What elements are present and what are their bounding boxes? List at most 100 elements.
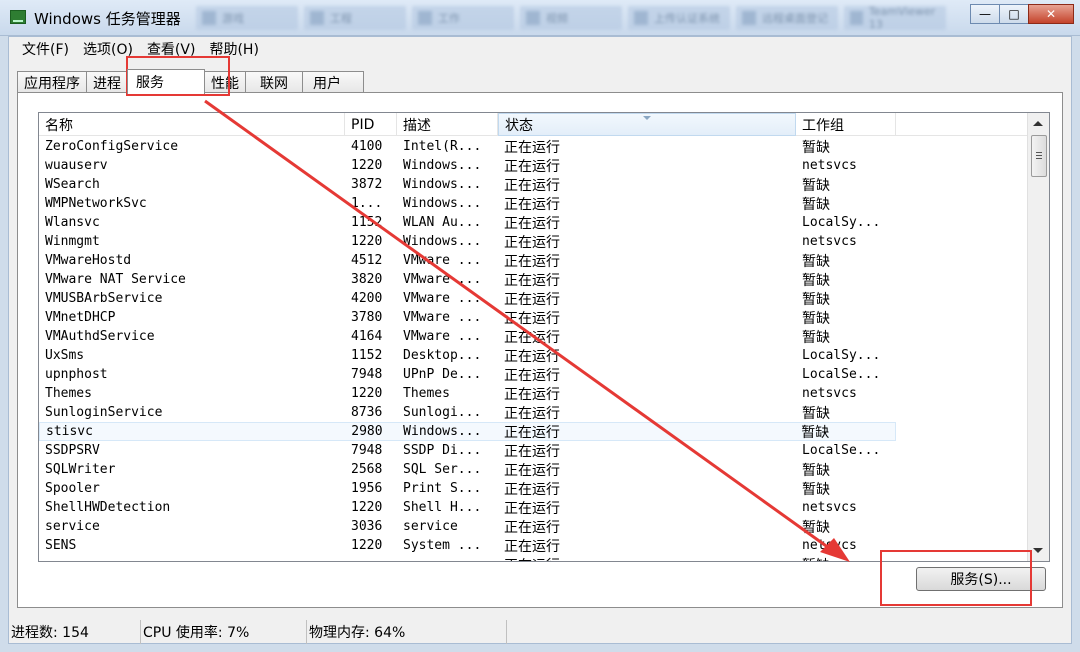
cell-status: 正在运行 <box>504 291 560 308</box>
cell-pid: 1... <box>351 196 383 211</box>
cell-pid: 4100 <box>351 139 383 154</box>
taskbar-item-label: 工程 <box>330 12 352 25</box>
taskbar-item-label: 视频 <box>546 12 568 25</box>
close-button[interactable]: ✕ <box>1028 4 1074 24</box>
tab-applications[interactable]: 应用程序 <box>17 71 87 93</box>
scroll-thumb[interactable] <box>1031 135 1047 177</box>
cell-status: 正在运行 <box>504 386 560 403</box>
tab-strip: 应用程序 进程 服务 性能 联网 用户 <box>17 69 364 94</box>
cell-group: 暂缺 <box>802 272 830 289</box>
column-description[interactable]: 描述 <box>397 113 498 136</box>
memory-usage: 物理内存: 64% <box>307 620 507 644</box>
tab-services[interactable]: 服务 <box>127 69 205 94</box>
table-row[interactable]: ShellHWDetection 1220 Shell H... 正在运行 netsvc… <box>39 498 1027 517</box>
cell-pid: 1220 <box>351 234 383 249</box>
cell-desc: Windows... <box>403 177 482 192</box>
cell-desc: VMware ... <box>403 329 482 344</box>
cell-status: 正在运行 <box>504 367 560 384</box>
menu-file[interactable]: 文件(F) <box>15 37 76 61</box>
cell-desc: VMware ... <box>403 310 482 325</box>
cell-group: netsvcs <box>802 234 857 249</box>
cell-group: netsvcs <box>802 500 857 515</box>
cell-status: 正在运行 <box>504 329 560 346</box>
taskbar-app-icon <box>526 11 540 25</box>
taskbar-app-icon <box>850 11 863 25</box>
cell-pid: 1152 <box>351 215 383 230</box>
cell-status: 正在运行 <box>504 158 560 175</box>
cell-name: WMPNetworkSvc <box>45 196 147 211</box>
table-row[interactable]: VMUSBArbService 4200 VMware ... 正在运行 暂缺 <box>39 289 1027 308</box>
tab-networking[interactable]: 联网 <box>245 71 303 93</box>
cell-group: LocalSy... <box>802 215 881 230</box>
column-pid[interactable]: PID <box>345 113 397 136</box>
cell-status: 正在运行 <box>504 481 560 498</box>
thumb-grip-icon <box>1036 155 1042 156</box>
table-row[interactable]: WSearch 3872 Windows... 正在运行 暂缺 <box>39 175 1027 194</box>
cell-status: 正在运行 <box>498 555 796 562</box>
cell-group: 暂缺 <box>802 481 830 498</box>
cell-desc: Print S... <box>403 481 482 496</box>
taskbar-item: 工作 <box>412 6 514 30</box>
cell-group: 暂缺 <box>802 177 830 194</box>
cell-name: stisvc <box>46 424 93 439</box>
cell-desc: Sunlogi... <box>403 405 482 420</box>
table-row[interactable]: wuauserv 1220 Windows... 正在运行 netsvcs <box>39 156 1027 175</box>
table-row[interactable]: VMAuthdService 4164 VMware ... 正在运行 暂缺 <box>39 327 1027 346</box>
cell-pid: 1956 <box>351 481 383 496</box>
table-row[interactable]: SSDPSRV 7948 SSDP Di... 正在运行 LocalSe... <box>39 441 1027 460</box>
cell-status: 正在运行 <box>504 177 560 194</box>
cell-desc: Windows... <box>403 196 482 211</box>
table-row[interactable]: SENS 1220 System ... 正在运行 netsvcs <box>39 536 1027 555</box>
cell-status: 正在运行 <box>504 348 560 365</box>
table-row[interactable]: upnphost 7948 UPnP De... 正在运行 LocalSe... <box>39 365 1027 384</box>
cell-desc: UPnP De... <box>403 367 482 382</box>
cell-status: 正在运行 <box>504 519 560 536</box>
table-row[interactable]: stisvc 2980 Windows... 正在运行 暂缺 <box>39 422 896 441</box>
table-row[interactable]: Winmgmt 1220 Windows... 正在运行 netsvcs <box>39 232 1027 251</box>
table-row[interactable]: Spooler 1956 Print S... 正在运行 暂缺 <box>39 479 1027 498</box>
cell-name: WSearch <box>45 177 100 192</box>
cell-status: 正在运行 <box>504 196 560 213</box>
table-row[interactable]: ZeroConfigService 4100 Intel(R... 正在运行 暂缺 <box>39 137 1027 156</box>
minimize-button[interactable]: — <box>970 4 1000 24</box>
column-group[interactable]: 工作组 <box>796 113 896 136</box>
taskbar-app-icon <box>310 11 324 25</box>
vertical-scrollbar[interactable] <box>1027 113 1049 561</box>
table-row[interactable]: UxSms 1152 Desktop... 正在运行 LocalSy... <box>39 346 1027 365</box>
table-row[interactable]: SQLWriter 2568 SQL Ser... 正在运行 暂缺 <box>39 460 1027 479</box>
cell-group: LocalSy... <box>802 348 881 363</box>
scroll-up-icon[interactable] <box>1033 121 1043 126</box>
table-row[interactable]: Wlansvc 1152 WLAN Au... 正在运行 LocalSy... <box>39 213 1027 232</box>
column-status[interactable]: 状态 <box>498 113 796 136</box>
title-bar[interactable]: Windows 任务管理器 游戏 工程 工作 视频 上传认证系统 远程桌面登记 TeamVi… <box>0 0 1080 36</box>
table-row[interactable]: VMware NAT Service 3820 VMware ... 正在运行 暂缺 <box>39 270 1027 289</box>
cell-group: LocalSe... <box>802 443 881 458</box>
table-row[interactable]: Themes 1220 Themes 正在运行 netsvcs <box>39 384 1027 403</box>
table-row[interactable]: VMwareHostd 4512 VMware ... 正在运行 暂缺 <box>39 251 1027 270</box>
list-header: 名称 PID 描述 状态 工作组 <box>39 113 1027 136</box>
services-list[interactable]: 名称 PID 描述 状态 工作组 ZeroConfigService 4100 In… <box>38 112 1050 562</box>
task-manager-icon <box>10 10 26 24</box>
tab-users[interactable]: 用户 <box>302 71 364 93</box>
cell-desc: Windows... <box>403 234 482 249</box>
cell-desc: VMware ... <box>403 291 482 306</box>
cell-name: Themes <box>45 386 92 401</box>
cell-pid: 4200 <box>351 291 383 306</box>
cell-pid: 7948 <box>351 443 383 458</box>
tab-processes[interactable]: 进程 <box>86 71 128 93</box>
cell-status: 正在运行 <box>504 253 560 270</box>
table-row[interactable]: VMnetDHCP 3780 VMware ... 正在运行 暂缺 <box>39 308 1027 327</box>
cell-pid: 1220 <box>351 386 383 401</box>
table-row[interactable]: 正在运行暂缺 <box>39 555 1027 562</box>
table-row[interactable]: WMPNetworkSvc 1... Windows... 正在运行 暂缺 <box>39 194 1027 213</box>
cell-group: 暂缺 <box>802 405 830 422</box>
column-name[interactable]: 名称 <box>39 113 345 136</box>
cell-desc: Windows... <box>403 158 482 173</box>
scroll-down-icon[interactable] <box>1033 548 1043 553</box>
cell-group: netsvcs <box>802 386 857 401</box>
maximize-button[interactable]: □ <box>999 4 1029 24</box>
cell-desc: service <box>403 519 458 534</box>
table-row[interactable]: service 3036 service 正在运行 暂缺 <box>39 517 1027 536</box>
table-row[interactable]: SunloginService 8736 Sunlogi... 正在运行 暂缺 <box>39 403 1027 422</box>
taskbar-item-label: 远程桌面登记 <box>762 12 828 25</box>
